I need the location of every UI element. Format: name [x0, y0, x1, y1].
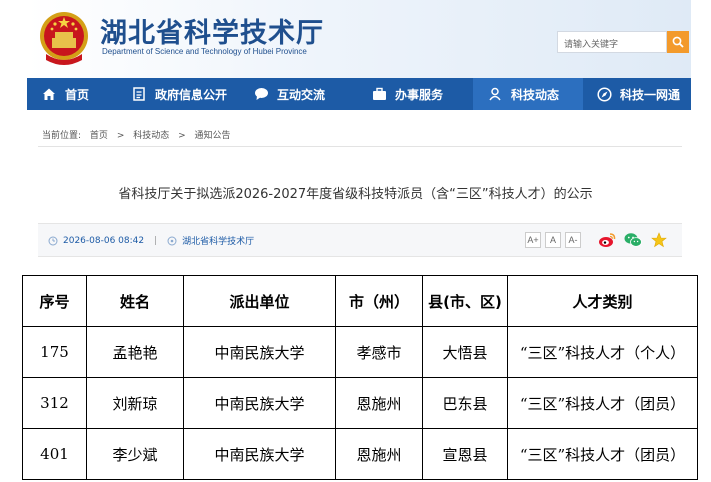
column-header: 序号: [22, 275, 87, 327]
search-button[interactable]: [667, 31, 689, 53]
nav-label: 办事服务: [395, 87, 444, 102]
star-icon: [651, 232, 667, 248]
wechat-share-button[interactable]: [624, 231, 642, 249]
main-nav: 首页 政府信息公开 互动交流 办事服务 科技动态 科技一网通: [27, 78, 691, 110]
table-cell: 恩施州: [335, 377, 423, 429]
nav-item-gov-info[interactable]: 政府信息公开: [117, 78, 239, 110]
table-cell: 中南民族大学: [183, 326, 336, 378]
article-meta: 2026-08-06 08:42 | 湖北省科学技术厅: [48, 234, 254, 247]
table-cell: 刘新琼: [86, 377, 184, 429]
source-icon: [167, 236, 177, 245]
search-input[interactable]: [558, 35, 670, 55]
weibo-share-button[interactable]: [598, 231, 616, 249]
divider: [38, 146, 682, 147]
breadcrumb-separator: >: [116, 131, 125, 141]
wechat-icon: [624, 233, 642, 247]
document-icon: [131, 86, 147, 102]
font-size-controls: A+ A A-: [525, 232, 585, 248]
table-cell: 孟艳艳: [86, 326, 184, 378]
nav-item-home[interactable]: 首页: [27, 78, 117, 110]
table-row: 312 刘新琼 中南民族大学 恩施州 巴东县 “三区”科技人才（团员）: [22, 377, 698, 429]
table-cell: 大悟县: [422, 326, 508, 378]
breadcrumb: 当前位置: 首页 > 科技动态 > 通知公告: [42, 128, 237, 141]
personnel-table-wrapper: 序号 姓名 派出单位 市（州） 县(市、区) 人才类别 175 孟艳艳 中南民族…: [22, 275, 698, 480]
nav-label: 政府信息公开: [155, 87, 228, 102]
weibo-icon: [599, 233, 616, 247]
article-title: 省科技厅关于拟选派2026-2027年度省级科技特派员（含“三区”科技人才）的公…: [118, 187, 593, 202]
favorite-button[interactable]: [650, 231, 668, 249]
table-cell: “三区”科技人才（团员）: [507, 377, 698, 429]
table-cell: 中南民族大学: [183, 377, 336, 429]
nav-label: 首页: [65, 87, 90, 102]
breadcrumb-notice-link[interactable]: 通知公告: [195, 131, 231, 141]
nav-label: 互动交流: [277, 87, 326, 102]
breadcrumb-home-link[interactable]: 首页: [90, 131, 108, 141]
table-row: 175 孟艳艳 中南民族大学 孝感市 大悟县 “三区”科技人才（个人）: [22, 326, 698, 378]
font-increase-button[interactable]: A+: [525, 232, 541, 248]
publish-datetime: 2026-08-06 08:42: [63, 235, 145, 246]
meta-separator: |: [154, 235, 158, 246]
share-buttons: [598, 231, 676, 249]
clock-icon: [48, 236, 58, 245]
table-cell: 宣恩县: [422, 428, 508, 480]
table-header-row: 序号 姓名 派出单位 市（州） 县(市、区) 人才类别: [22, 275, 698, 327]
table-cell: 312: [22, 377, 87, 429]
national-emblem-icon: [40, 12, 88, 65]
font-decrease-button[interactable]: A-: [565, 232, 581, 248]
site-subtitle: Department of Science and Technology of …: [102, 47, 307, 56]
table-cell: 恩施州: [335, 428, 423, 480]
compass-icon: [597, 86, 612, 102]
font-default-button[interactable]: A: [545, 232, 561, 248]
person-icon: [487, 86, 503, 102]
search-icon: [672, 36, 684, 48]
table-cell: 175: [22, 326, 87, 378]
site-header: 湖北省科学技术厅 Department of Science and Techn…: [0, 0, 711, 78]
nav-label: 科技一网通: [620, 87, 681, 102]
column-header: 人才类别: [507, 275, 698, 327]
breadcrumb-tech-news-link[interactable]: 科技动态: [133, 131, 169, 141]
column-header: 派出单位: [183, 275, 336, 327]
table-cell: 孝感市: [335, 326, 423, 378]
article-meta-bar: 2026-08-06 08:42 | 湖北省科学技术厅 A+ A A-: [38, 223, 682, 257]
search-box: [557, 31, 670, 55]
site-title: 湖北省科学技术厅: [100, 18, 324, 49]
personnel-table: 序号 姓名 派出单位 市（州） 县(市、区) 人才类别 175 孟艳艳 中南民族…: [22, 275, 698, 480]
table-cell: 巴东县: [422, 377, 508, 429]
table-cell: 李少斌: [86, 428, 184, 480]
table-cell: 中南民族大学: [183, 428, 336, 480]
nav-item-services[interactable]: 办事服务: [357, 78, 473, 110]
table-cell: 401: [22, 428, 87, 480]
column-header: 县(市、区): [422, 275, 508, 327]
nav-item-interaction[interactable]: 互动交流: [239, 78, 357, 110]
table-row: 401 李少斌 中南民族大学 恩施州 宣恩县 “三区”科技人才（团员）: [22, 428, 698, 480]
table-cell: “三区”科技人才（个人）: [507, 326, 698, 378]
breadcrumb-prefix: 当前位置:: [42, 131, 82, 141]
column-header: 姓名: [86, 275, 184, 327]
briefcase-icon: [371, 86, 387, 102]
chat-icon: [253, 86, 269, 102]
nav-item-tech-news[interactable]: 科技动态: [473, 78, 583, 110]
column-header: 市（州）: [335, 275, 423, 327]
article-source: 湖北省科学技术厅: [182, 237, 255, 247]
nav-item-tech-portal[interactable]: 科技一网通: [583, 78, 691, 110]
nav-label: 科技动态: [511, 87, 560, 102]
table-cell: “三区”科技人才（团员）: [507, 428, 698, 480]
home-icon: [41, 86, 57, 102]
breadcrumb-separator: >: [178, 131, 186, 141]
